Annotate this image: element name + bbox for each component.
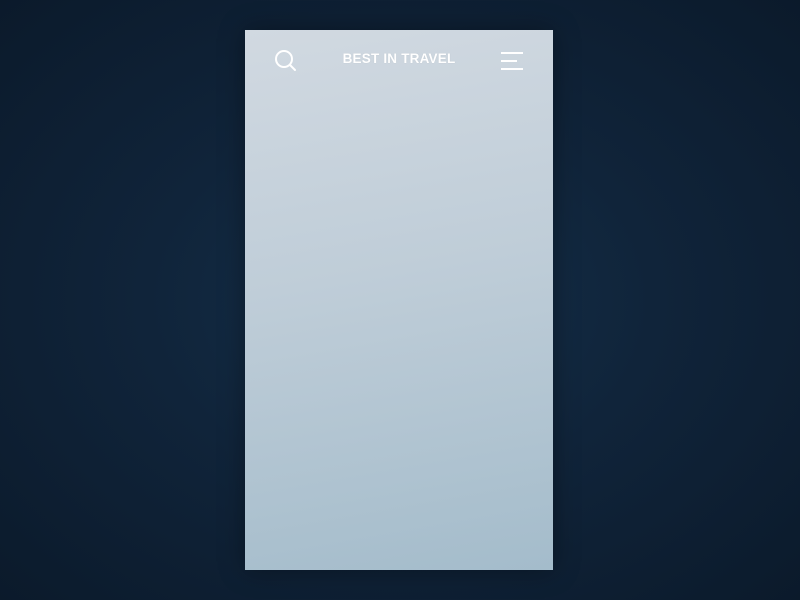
search-icon — [275, 50, 296, 71]
phone-screen: BEST IN TRAVEL — [245, 30, 553, 570]
menu-button[interactable] — [499, 50, 527, 72]
hamburger-menu-icon — [501, 52, 523, 70]
top-bar: BEST IN TRAVEL — [245, 30, 553, 90]
content-area — [245, 90, 553, 570]
search-button[interactable] — [273, 48, 299, 74]
